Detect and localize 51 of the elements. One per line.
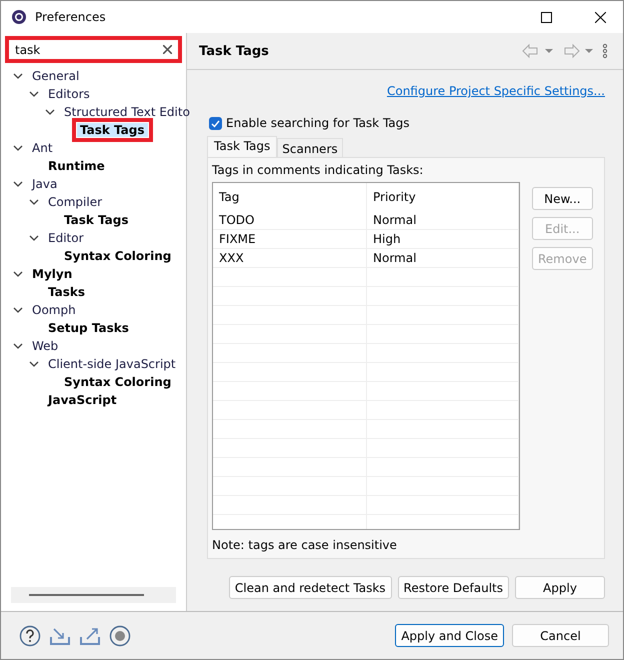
search-field[interactable]: task [5, 36, 182, 63]
chevron-down-icon[interactable] [13, 143, 23, 153]
table-action-button[interactable]: New... [532, 187, 593, 210]
tree-item[interactable]: Syntax Coloring [61, 249, 174, 263]
tree-item[interactable]: Tasks [45, 285, 88, 299]
column-header: Tag [213, 183, 367, 211]
dialog-button[interactable]: Apply and Close [395, 624, 504, 647]
chevron-down-icon[interactable] [13, 305, 23, 315]
note-text: Note: tags are case insensitive [212, 538, 398, 552]
tree-item[interactable]: Structured Text Edito [61, 105, 193, 119]
table-cell: FIXME [213, 230, 367, 248]
checkbox-label: Enable searching for Task Tags [226, 116, 410, 130]
column-header: Priority [367, 183, 519, 211]
project-settings-link[interactable]: Configure Project Specific Settings... [386, 84, 605, 98]
tab[interactable]: Task Tags [207, 136, 278, 157]
chevron-down-icon[interactable] [13, 269, 23, 279]
record-icon[interactable] [109, 624, 131, 646]
table-caption: Tags in comments indicating Tasks: [212, 163, 424, 177]
dialog-button[interactable]: Cancel [512, 624, 609, 647]
page-button[interactable]: Apply [515, 576, 605, 599]
page-button[interactable]: Clean and redetect Tasks [228, 576, 392, 599]
tree-item[interactable]: General [29, 69, 82, 83]
table-cell: High [367, 230, 519, 248]
tree-item[interactable]: Web [29, 339, 62, 353]
tree-item[interactable]: Mylyn [29, 267, 76, 281]
chevron-down-icon[interactable] [29, 233, 39, 243]
tree-item[interactable]: Task Tags [61, 213, 132, 227]
page-button[interactable]: Restore Defaults [398, 576, 509, 599]
tree-item[interactable]: Client-side JavaScript [45, 357, 179, 371]
horizontal-scrollbar[interactable] [11, 587, 176, 603]
tree-item[interactable]: Ant [29, 141, 56, 155]
window-title: Preferences [35, 10, 107, 24]
tree-item[interactable]: Compiler [45, 195, 106, 209]
tree-item[interactable]: JavaScript [45, 393, 120, 407]
tree-item[interactable]: Java [29, 177, 60, 191]
tab[interactable]: Scanners [277, 138, 343, 157]
tree-item[interactable]: Oomph [29, 303, 79, 317]
tree-item[interactable]: Syntax Coloring [61, 375, 174, 389]
table-cell: Normal [367, 249, 519, 267]
tree-item[interactable]: Task Tags [77, 123, 148, 137]
table-cell: TODO [213, 211, 367, 229]
tree-item[interactable]: Setup Tasks [45, 321, 132, 335]
page-title: Task Tags [199, 44, 270, 58]
help-icon[interactable] [19, 624, 41, 646]
tree-item[interactable]: Editor [45, 231, 87, 245]
tree-item[interactable]: Editors [45, 87, 93, 101]
table-cell: XXX [213, 249, 367, 267]
tree-item[interactable]: Runtime [45, 159, 108, 173]
table-cell: Normal [367, 211, 519, 229]
checkbox[interactable] [209, 116, 222, 130]
clear-icon[interactable] [163, 45, 172, 54]
